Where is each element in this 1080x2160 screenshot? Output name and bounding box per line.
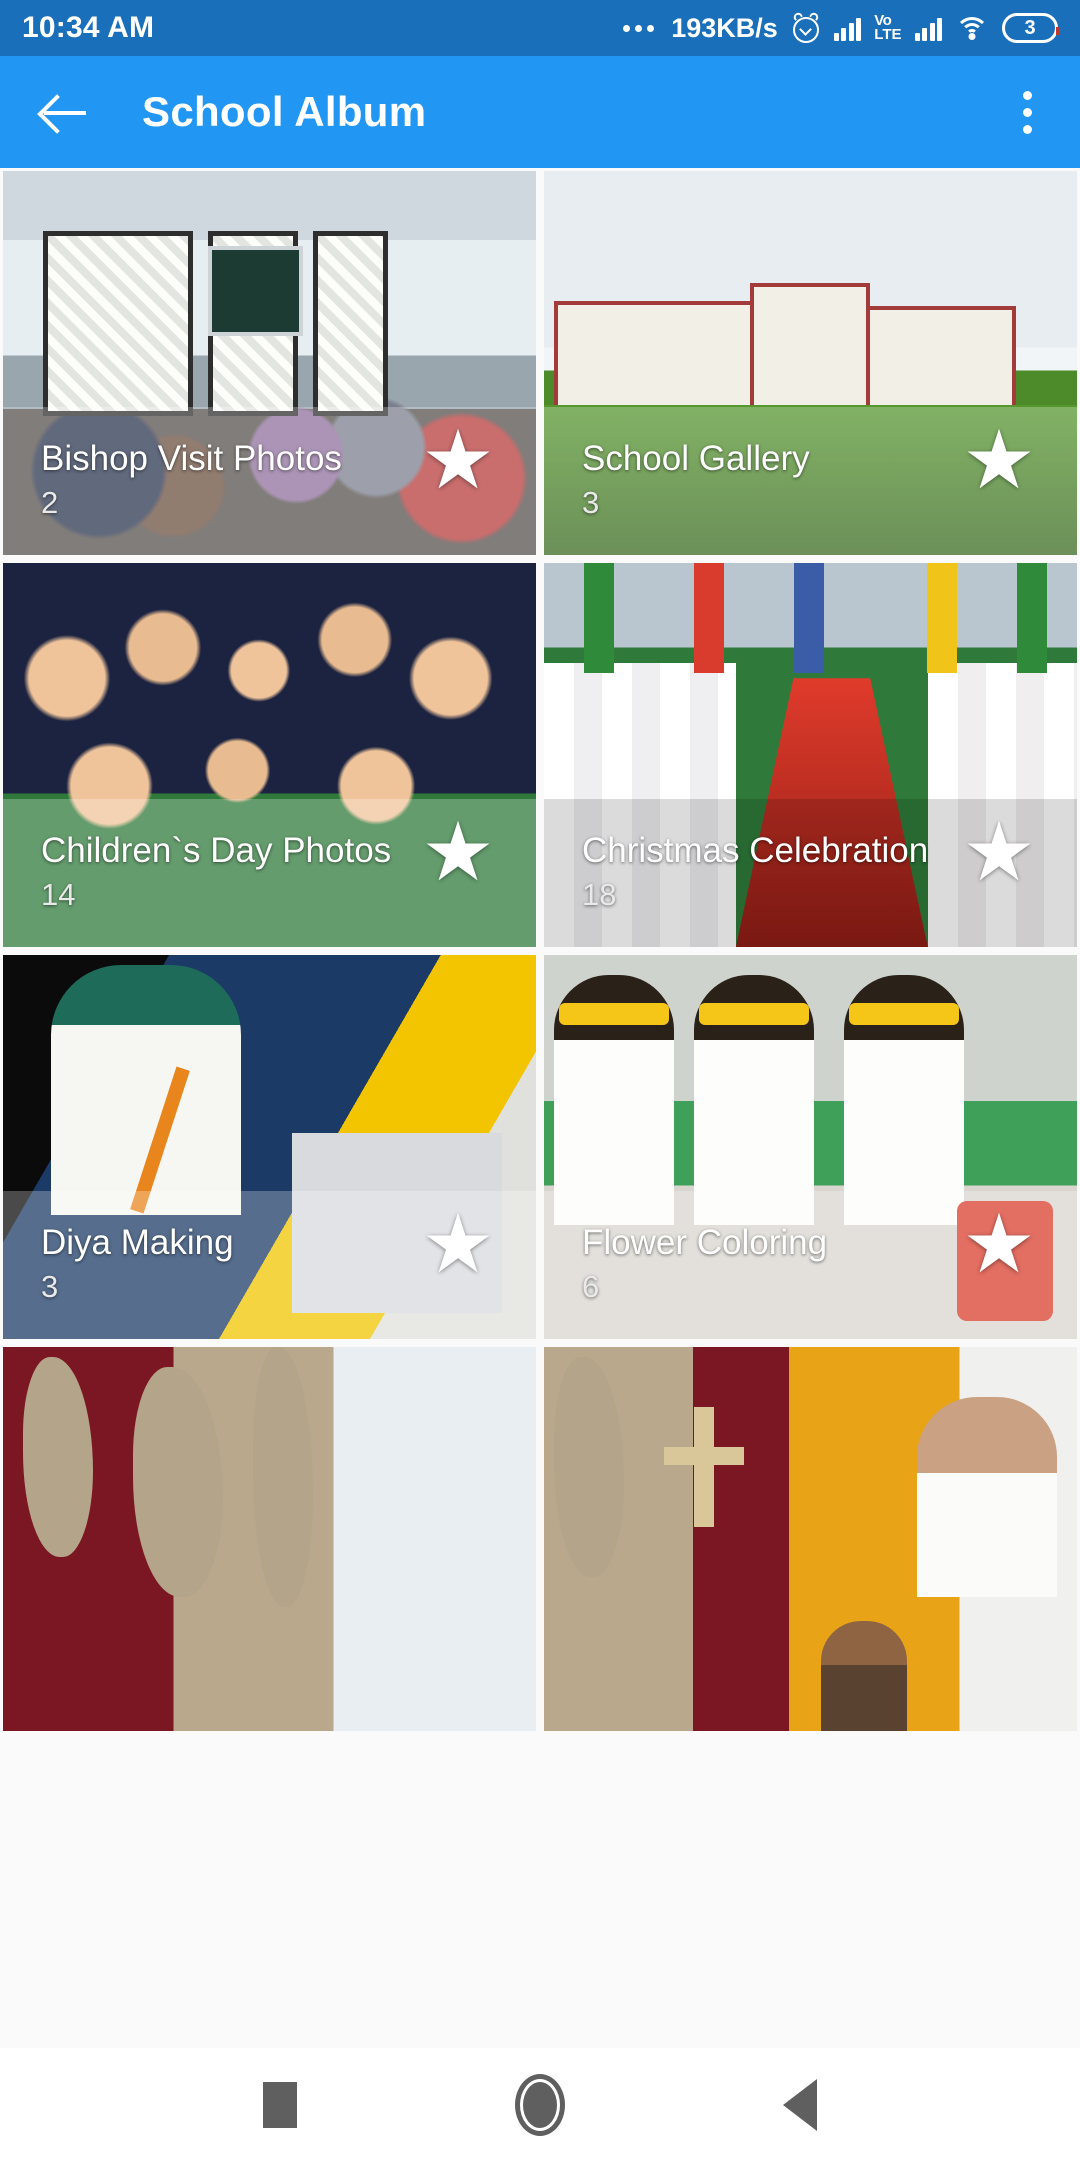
alarm-icon (791, 11, 821, 43)
signal-bars-icon (833, 15, 862, 41)
battery-level-text: 3 (1024, 17, 1036, 39)
album-name: Bishop Visit Photos (41, 438, 342, 478)
status-icons-group: 193KB/s Vo LTE 3 (623, 11, 1060, 44)
album-tile-partial-2[interactable] (544, 1347, 1077, 1731)
album-name: Flower Coloring (582, 1222, 828, 1262)
volte-icon: Vo LTE (874, 13, 902, 43)
back-arrow-icon[interactable] (38, 85, 92, 139)
album-count: 6 (582, 1269, 600, 1304)
album-tile-school-gallery[interactable]: School Gallery 3 ★ (544, 171, 1077, 555)
album-tile-diya-making[interactable]: Diya Making 3 ★ (3, 955, 536, 1339)
home-circle-icon[interactable] (515, 2074, 565, 2136)
album-count: 18 (582, 877, 617, 912)
app-bar: School Album (0, 56, 1080, 168)
album-caption: Diya Making 3 (41, 1223, 386, 1305)
album-name: School Gallery (582, 438, 810, 478)
album-caption: Christmas Celebration 18 (582, 830, 929, 913)
album-count: 14 (41, 877, 76, 912)
star-icon[interactable]: ★ (961, 1204, 1037, 1287)
album-tile-christmas-celebration[interactable]: Christmas Celebration 18 ★ (544, 563, 1077, 947)
album-caption: School Gallery 3 (582, 439, 927, 521)
volte-bottom-text: LTE (874, 26, 902, 43)
star-icon[interactable]: ★ (961, 420, 1037, 503)
album-count: 2 (41, 485, 59, 520)
album-count: 3 (41, 1269, 59, 1304)
album-count: 3 (582, 485, 600, 520)
status-bar: 10:34 AM 193KB/s Vo LTE 3 (0, 0, 1080, 56)
album-name: Children`s Day Photos (41, 830, 392, 870)
signal-bars-icon-2 (914, 15, 942, 41)
album-caption: Bishop Visit Photos 2 (41, 439, 386, 521)
star-icon[interactable]: ★ (420, 1204, 496, 1287)
star-icon[interactable]: ★ (420, 420, 496, 503)
page-title: School Album (142, 88, 427, 135)
album-name: Diya Making (41, 1222, 234, 1262)
album-tile-bishop-visit-photos[interactable]: Bishop Visit Photos 2 ★ (3, 171, 536, 555)
star-icon[interactable]: ★ (420, 812, 496, 895)
album-tile-flower-coloring[interactable]: Flower Coloring 6 ★ (544, 955, 1077, 1339)
star-icon[interactable]: ★ (961, 812, 1037, 895)
album-thumbnail (3, 1347, 536, 1731)
more-vertical-icon[interactable] (1013, 83, 1042, 142)
wifi-icon (955, 15, 989, 41)
album-thumbnail (544, 1347, 1077, 1731)
status-time: 10:34 AM (22, 11, 155, 44)
album-tile-partial-1[interactable] (3, 1347, 536, 1731)
album-grid: Bishop Visit Photos 2 ★ School Gallery 3… (0, 168, 1080, 2048)
album-caption: Children`s Day Photos 14 (41, 830, 392, 913)
network-speed-text: 193KB/s (671, 12, 778, 43)
back-triangle-icon[interactable] (783, 2079, 817, 2131)
album-name: Christmas Celebration (582, 830, 929, 870)
system-nav-bar (0, 2050, 1080, 2160)
battery-icon: 3 (1002, 13, 1060, 43)
more-dots-icon (623, 24, 655, 32)
album-caption: Flower Coloring 6 (582, 1223, 927, 1305)
recents-square-icon[interactable] (263, 2082, 297, 2128)
album-tile-childrens-day-photos[interactable]: Children`s Day Photos 14 ★ (3, 563, 536, 947)
